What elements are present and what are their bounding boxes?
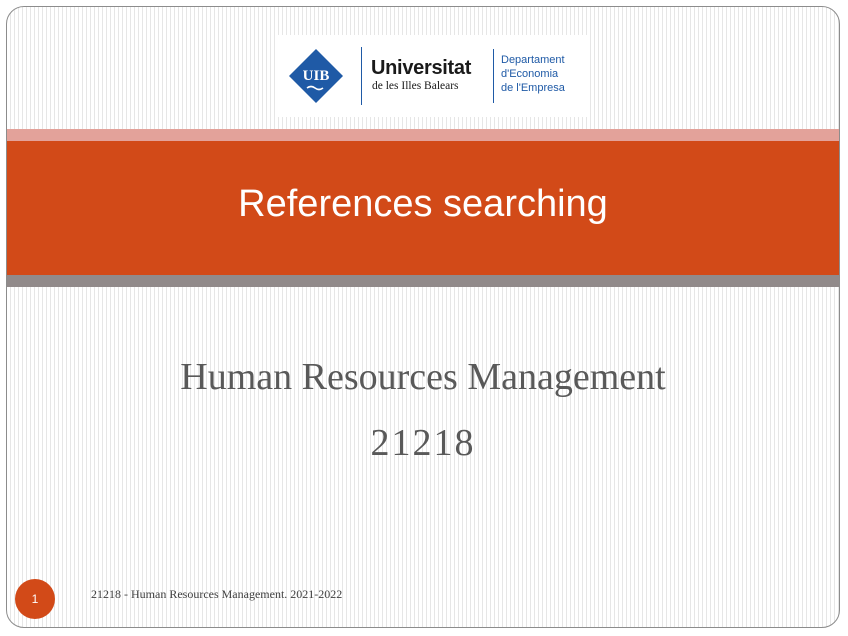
university-subtitle: de les Illes Balears — [372, 80, 459, 92]
department-line-2: d'Economia — [501, 68, 559, 80]
slide: UIB Universitat de les Illes Balears Dep… — [6, 6, 840, 628]
title-band-top — [7, 129, 839, 141]
slide-number-badge: 1 — [15, 579, 55, 619]
slide-footer: 21218 - Human Resources Management. 2021… — [91, 587, 343, 601]
uib-badge-icon: UIB — [289, 49, 343, 103]
title-band-bottom — [7, 275, 839, 287]
university-name: Universitat — [371, 57, 472, 79]
university-logo: UIB Universitat de les Illes Balears Dep… — [277, 35, 587, 117]
logo-divider — [361, 47, 362, 105]
department-line-1: Departament — [501, 54, 565, 66]
course-code: 21218 — [370, 422, 476, 464]
uib-badge-text: UIB — [303, 68, 330, 84]
slide-title: References searching — [238, 183, 608, 225]
department-divider — [493, 49, 494, 103]
department-line-3: de l'Empresa — [501, 82, 565, 94]
slide-subtitle: Human Resources Management — [180, 356, 666, 398]
